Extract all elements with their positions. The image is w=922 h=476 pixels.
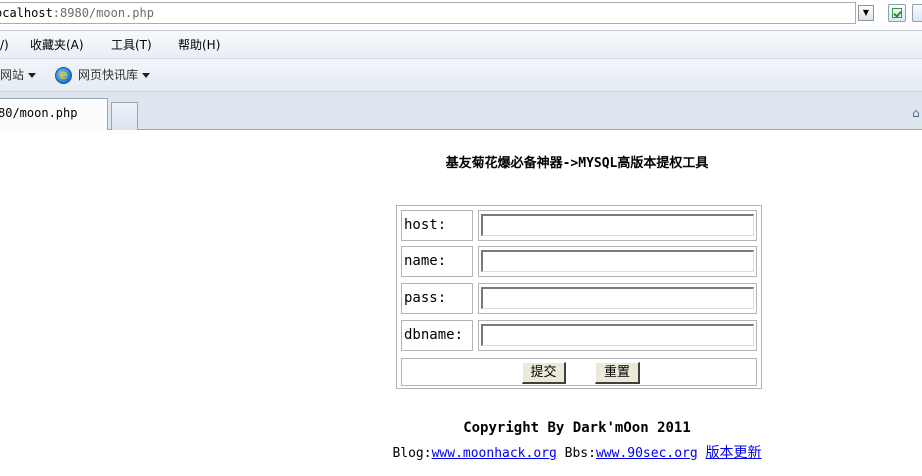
suggested-sites[interactable]: 网站 xyxy=(0,59,37,92)
tab-bar: 80/moon.php xyxy=(0,92,922,130)
menu-tools[interactable]: 工具(T) xyxy=(111,31,152,59)
favorites-bar: 网站 e 网页快讯库 xyxy=(0,59,922,92)
bbs-label: Bbs: xyxy=(564,446,596,461)
menu-help[interactable]: 帮助(H) xyxy=(178,31,220,59)
reset-button[interactable]: 重置 xyxy=(595,362,640,384)
footer-links: Blog:www.moonhack.org Bbs:www.90sec.org … xyxy=(0,442,922,462)
compatibility-icon xyxy=(892,8,902,18)
dbname-cell xyxy=(478,320,757,351)
home-icon[interactable]: ⌂ xyxy=(912,106,922,120)
address-path: :8980/moon.php xyxy=(52,6,154,20)
pass-cell xyxy=(478,283,757,314)
menu-bar: /) 收藏夹(A) 工具(T) 帮助(H) xyxy=(0,31,922,59)
version-update-link[interactable]: 版本更新 xyxy=(706,445,762,461)
name-input[interactable] xyxy=(481,250,754,272)
address-bar: ocalhost:8980/moon.php ▼ xyxy=(0,0,922,31)
chevron-down-icon xyxy=(28,73,37,78)
form-row-dbname: dbname: xyxy=(401,320,757,351)
form-row-name: name: xyxy=(401,246,757,277)
blog-link[interactable]: www.moonhack.org xyxy=(432,446,557,461)
bbs-link[interactable]: www.90sec.org xyxy=(596,446,698,461)
ie-icon: e xyxy=(55,67,72,84)
host-input[interactable] xyxy=(481,214,754,236)
pass-label: pass: xyxy=(401,283,473,314)
page-content: 基友菊花爆必备神器->MYSQL高版本提权工具 host: name: pass… xyxy=(0,131,922,476)
address-host: ocalhost xyxy=(0,6,53,20)
host-cell xyxy=(478,210,757,241)
web-slice-gallery[interactable]: 网页快讯库 xyxy=(78,59,151,92)
form-row-pass: pass: xyxy=(401,283,757,314)
submit-button[interactable]: 提交 xyxy=(522,362,566,384)
page-title: 基友菊花爆必备神器->MYSQL高版本提权工具 xyxy=(445,156,709,171)
chevron-down-icon xyxy=(142,73,151,78)
name-label: name: xyxy=(401,246,473,277)
new-tab-button[interactable] xyxy=(111,102,138,130)
address-input[interactable]: ocalhost:8980/moon.php xyxy=(0,2,856,24)
pass-input[interactable] xyxy=(481,287,754,309)
blog-label: Blog: xyxy=(392,446,432,461)
dbname-label: dbname: xyxy=(401,320,473,351)
menu-view[interactable]: /) xyxy=(0,31,9,59)
host-label: host: xyxy=(401,210,473,241)
copyright-text: Copyright By Dark'mOon 2011 xyxy=(463,420,691,436)
tab-moon-php[interactable]: 80/moon.php xyxy=(0,98,108,130)
compatibility-view-button[interactable] xyxy=(888,4,906,22)
menu-favorites[interactable]: 收藏夹(A) xyxy=(30,31,84,59)
login-form: host: name: pass: dbname: 提交 重置 xyxy=(396,205,762,389)
web-slice-gallery-label: 网页快讯库 xyxy=(78,68,139,82)
suggested-sites-label: 网站 xyxy=(0,68,25,82)
form-row-host: host: xyxy=(401,210,757,241)
form-buttons-row: 提交 重置 xyxy=(401,358,757,386)
address-dropdown-button[interactable]: ▼ xyxy=(858,5,874,21)
name-cell xyxy=(478,246,757,277)
refresh-button[interactable] xyxy=(912,4,922,22)
tab-title: 80/moon.php xyxy=(0,106,78,120)
dbname-input[interactable] xyxy=(481,324,754,346)
